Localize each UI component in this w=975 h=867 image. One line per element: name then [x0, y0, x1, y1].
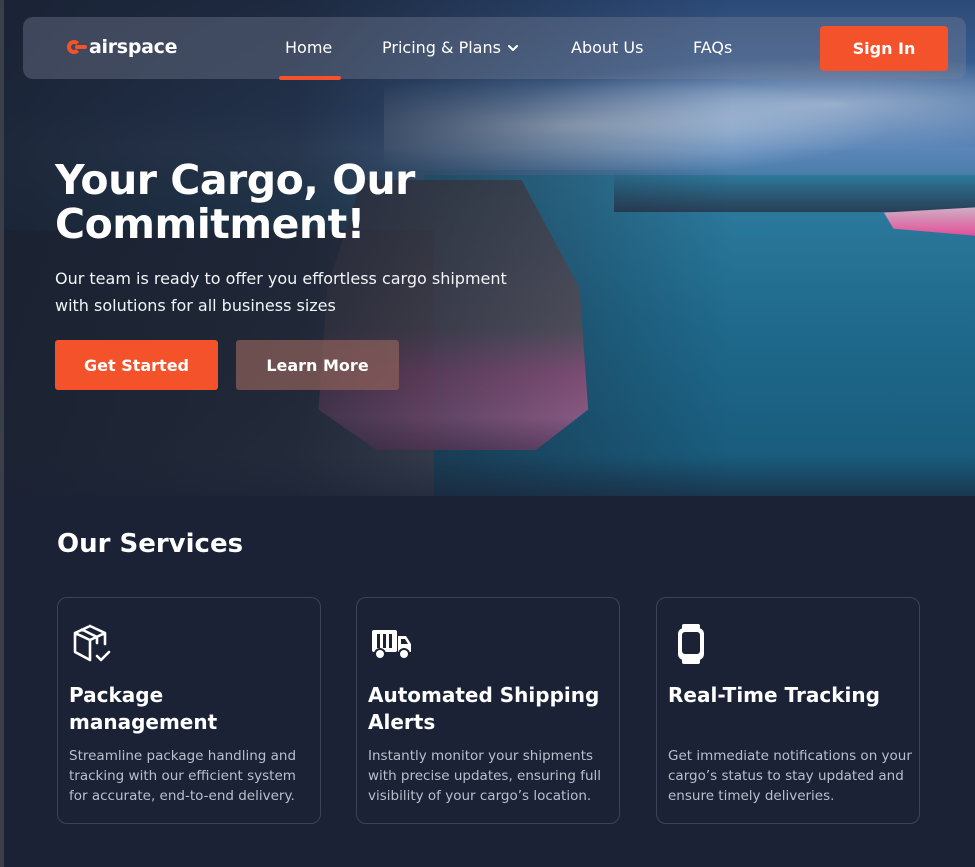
hero-subtitle: Our team is ready to offer you effortles… [55, 269, 507, 315]
sign-in-button[interactable]: Sign In [820, 26, 948, 71]
hero-bottom-fade [4, 456, 975, 496]
service-card-description: Instantly monitor your shipments with pr… [368, 748, 602, 804]
brand-name: airspace [89, 36, 178, 58]
nav-active-indicator [279, 76, 341, 80]
chevron-down-icon [507, 44, 518, 51]
service-card-tracking[interactable]: Real-Time Tracking Get immediate notific… [656, 597, 920, 824]
service-card-title: Real-Time Tracking [668, 683, 880, 707]
learn-more-button[interactable]: Learn More [236, 340, 399, 390]
service-card-package[interactable]: Package management Streamline package ha… [57, 597, 321, 824]
nav-home-link[interactable]: Home [285, 38, 332, 57]
service-card-title: Automated Shipping Alerts [368, 683, 600, 734]
service-card-description: Get immediate notifications on your carg… [668, 748, 912, 804]
airspace-logo-icon [67, 38, 87, 56]
brand-logo[interactable]: airspace [67, 36, 177, 58]
nav-pricing-label: Pricing & Plans [382, 38, 501, 57]
get-started-button[interactable]: Get Started [55, 340, 218, 390]
nav-faqs-link[interactable]: FAQs [693, 38, 732, 57]
service-card-title: Package management [69, 683, 218, 734]
nav-pricing-link[interactable]: Pricing & Plans [382, 38, 519, 57]
package-check-icon [73, 624, 111, 662]
hero-title: Your Cargo, Our Commitment! [55, 156, 415, 248]
service-card-description: Streamline package handling and tracking… [69, 748, 297, 804]
nav-about-link[interactable]: About Us [571, 38, 643, 57]
service-card-alerts[interactable]: Automated Shipping Alerts Instantly moni… [356, 597, 620, 824]
smartwatch-icon [678, 624, 704, 664]
delivery-truck-icon [372, 630, 411, 660]
services-heading: Our Services [57, 529, 244, 559]
